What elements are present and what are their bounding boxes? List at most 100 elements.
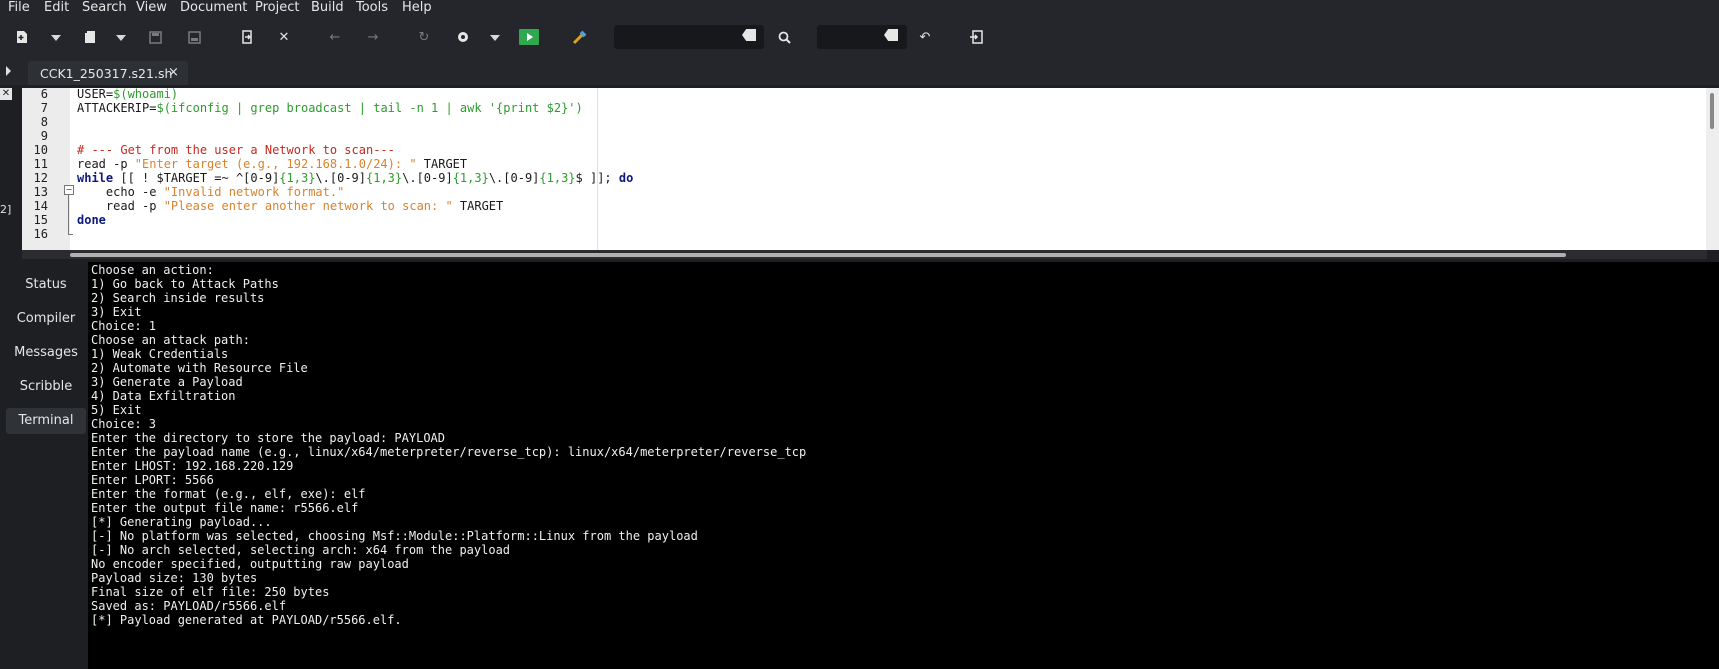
long-line-marker	[597, 88, 598, 250]
build-icon[interactable]	[453, 27, 473, 47]
menu-view[interactable]: View	[136, 0, 167, 16]
code-line: read -p "Please enter another network to…	[77, 199, 503, 213]
terminal-line: Saved as: PAYLOAD/r5566.elf	[91, 599, 287, 613]
line-number: 16	[33, 227, 48, 241]
code-line: done	[77, 213, 106, 227]
line-number: 8	[40, 115, 48, 129]
line-number: 14	[33, 199, 48, 213]
code-line: while [[ ! $TARGET =~ ^[0-9]{1,3}\.[0-9]…	[77, 171, 633, 185]
code-token: {1,3}	[452, 171, 489, 185]
editor-horizontal-scrollbar[interactable]	[22, 250, 1707, 259]
code-line: read -p "Enter target (e.g., 192.168.1.0…	[77, 157, 467, 171]
line-number: 11	[33, 157, 48, 171]
terminal-line: Choose an action:	[91, 263, 214, 277]
code-token: USER=	[77, 88, 114, 101]
terminal-line: 1) Go back to Attack Paths	[91, 277, 279, 291]
close-icon[interactable]: ✕	[274, 27, 294, 47]
scroll-thumb[interactable]	[70, 253, 1566, 257]
terminal-line: Enter the payload name (e.g., linux/x64/…	[91, 445, 807, 459]
code-token: {1,3}	[279, 171, 316, 185]
search-input[interactable]	[614, 25, 764, 49]
code-token: # --- Get from the user a Network to sca…	[77, 143, 395, 157]
code-token: done	[77, 213, 106, 227]
back-icon[interactable]: ←	[325, 27, 345, 47]
menu-tools[interactable]: Tools	[356, 0, 388, 16]
quit-icon[interactable]	[966, 27, 986, 47]
code-line: USER=$(whoami)	[77, 88, 178, 101]
code-token: "Enter target (e.g., 192.168.1.0/24): "	[134, 157, 417, 171]
forward-icon[interactable]: →	[363, 27, 383, 47]
new-file-dropdown-icon[interactable]	[51, 35, 61, 41]
terminal-line: [-] No arch selected, selecting arch: x6…	[91, 543, 511, 557]
terminal-line: Choice: 3	[91, 417, 157, 431]
build-dropdown-icon[interactable]	[490, 35, 500, 41]
terminal-line: Enter the output file name: r5566.elf	[91, 501, 359, 515]
menu-file[interactable]: File	[8, 0, 30, 16]
terminal-line: Choose an attack path:	[91, 333, 250, 347]
tab-terminal[interactable]: Terminal	[6, 408, 86, 434]
menu-document[interactable]: Document	[180, 0, 247, 16]
terminal-panel[interactable]: Choose an action: 1) Go back to Attack Pa…	[88, 262, 1719, 669]
menu-search[interactable]: Search	[82, 0, 127, 16]
search-icon[interactable]	[774, 27, 794, 47]
terminal-line: [*] Payload generated at PAYLOAD/r5566.e…	[91, 613, 402, 627]
message-window-tabs: Status Compiler Messages Scribble Termin…	[0, 262, 88, 669]
terminal-line: Choice: 1	[91, 319, 157, 333]
fold-marker-icon[interactable]: −	[64, 185, 74, 195]
close-panel-icon[interactable]: ✕	[0, 88, 12, 100]
code-token: TARGET	[452, 199, 504, 213]
side-marker: 2]	[0, 203, 12, 216]
menu-project[interactable]: Project	[255, 0, 299, 16]
terminal-line: Enter the format (e.g., elf, exe): elf	[91, 487, 366, 501]
terminal-line: Enter LPORT: 5566	[91, 473, 214, 487]
code-editor[interactable]: − 6 USER=$(whoami) 7 ATTACKERIP=$(ifconfig …	[22, 88, 1707, 250]
tab-scribble[interactable]: Scribble	[6, 374, 86, 400]
toolbar: ✕ ← → ↻ ↶	[0, 17, 1719, 58]
tab-compiler[interactable]: Compiler	[6, 306, 86, 332]
save-icon[interactable]	[145, 27, 165, 47]
code-token: $(whoami)	[113, 88, 179, 101]
code-token: read -p	[77, 157, 135, 171]
reload-icon[interactable]: ↻	[414, 27, 434, 47]
tab-status[interactable]: Status	[6, 272, 86, 298]
code-token: echo -e	[77, 185, 164, 199]
open-file-icon[interactable]	[80, 27, 100, 47]
sidebar-toggle-icon[interactable]	[6, 66, 11, 76]
code-token: $ ]];	[575, 171, 619, 185]
terminal-line: [-] No platform was selected, choosing M…	[91, 529, 698, 543]
open-file-dropdown-icon[interactable]	[116, 35, 126, 41]
code-line: # --- Get from the user a Network to sca…	[77, 143, 395, 157]
jump-icon[interactable]: ↶	[915, 27, 935, 47]
line-number: 7	[40, 101, 48, 115]
terminal-line: No encoder specified, outputting raw pay…	[91, 557, 409, 571]
editor-vertical-scrollbar[interactable]	[1706, 88, 1719, 250]
code-token: "Please enter another network to scan: "	[163, 199, 453, 213]
fold-guide-end	[68, 234, 73, 235]
tab-close-icon[interactable]: ×	[168, 65, 179, 80]
tab-document[interactable]: CCK1_250317.s21.sh ×	[28, 61, 188, 85]
menu-build[interactable]: Build	[311, 0, 344, 16]
save-all-icon[interactable]	[184, 27, 204, 47]
menu-edit[interactable]: Edit	[44, 0, 69, 16]
menu-help[interactable]: Help	[402, 0, 432, 16]
terminal-line: [*] Generating payload...	[91, 515, 272, 529]
terminal-line: 2) Automate with Resource File	[91, 361, 308, 375]
scroll-thumb[interactable]	[1710, 93, 1714, 129]
line-number: 10	[33, 143, 48, 157]
color-picker-icon[interactable]	[570, 27, 590, 47]
run-icon[interactable]	[519, 27, 539, 47]
tab-messages[interactable]: Messages	[6, 340, 86, 366]
revert-icon[interactable]	[237, 27, 257, 47]
line-number: 6	[40, 88, 48, 101]
tab-strip: CCK1_250317.s21.sh ×	[0, 58, 1719, 85]
terminal-line: 2) Search inside results	[91, 291, 265, 305]
fold-guide	[68, 194, 69, 234]
code-token: \.[0-9]	[488, 171, 540, 185]
terminal-line: 3) Generate a Payload	[91, 375, 243, 389]
line-number: 12	[33, 171, 48, 185]
new-file-icon[interactable]	[12, 27, 32, 47]
code-token: "Invalid network format."	[163, 185, 345, 199]
terminal-line: 3) Exit	[91, 305, 142, 319]
code-token: do	[618, 171, 634, 185]
menu-bar: File Edit Search View Document Project B…	[0, 0, 1719, 17]
